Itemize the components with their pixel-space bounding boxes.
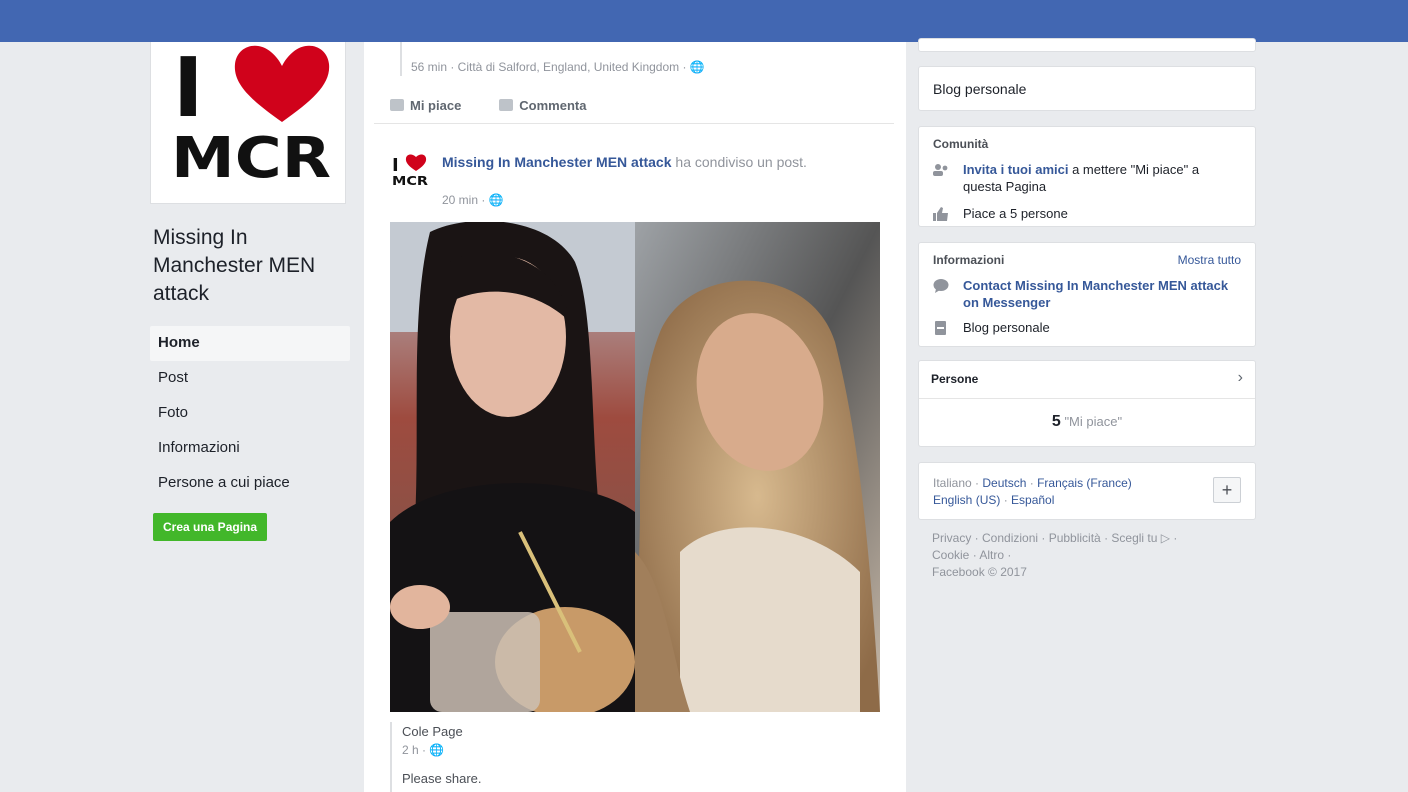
previous-post: 56 min · Città di Salford, England, Unit… (374, 42, 894, 124)
post-meta: 56 min · Città di Salford, England, Unit… (411, 60, 705, 74)
shared-post: Cole Page 2 h · 🌐 Please share. (390, 722, 880, 792)
community-title: Comunità (933, 137, 989, 151)
people-title: Persone (931, 372, 979, 386)
category-label: Blog personale (933, 81, 1027, 97)
category-card: Blog personale (918, 66, 1256, 111)
language-deutsch[interactable]: Deutsch (982, 476, 1026, 490)
messenger-row: Contact Missing In Manchester MEN attack… (933, 277, 1241, 311)
news-feed: 56 min · Città di Salford, England, Unit… (364, 42, 906, 792)
post-title: Missing In Manchester MEN attack ha cond… (442, 152, 822, 172)
post-header: I MCR Missing In Manchester MEN attack h… (364, 137, 906, 217)
messenger-icon (933, 279, 949, 293)
nav-item-home[interactable]: Home (150, 326, 350, 361)
chevron-right-icon: › (1237, 369, 1243, 386)
info-card: Informazioni Mostra tutto Contact Missin… (918, 242, 1256, 347)
nav-item-likes[interactable]: Persone a cui piace (150, 466, 350, 501)
thumbs-up-icon (390, 99, 404, 111)
shared-text: Please share. (402, 771, 482, 786)
comment-icon (499, 99, 514, 111)
svg-text:MCR: MCR (171, 126, 331, 191)
likes-count-text: Piace a 5 persone (963, 206, 1068, 221)
post-actions: Mi piace Commenta (390, 98, 586, 113)
likes-row: Piace a 5 persone (933, 205, 1241, 222)
footer-line-1[interactable]: Privacy · Condizioni · Pubblicità · Sceg… (932, 530, 1232, 547)
blog-label: Blog personale (963, 320, 1050, 335)
community-card: Comunità Invita i tuoi amici a mettere "… (918, 126, 1256, 227)
comment-button[interactable]: Commenta (499, 98, 586, 113)
people-likes: 5 "Mi piace" (1051, 413, 1123, 430)
post-photo[interactable] (390, 222, 880, 712)
feed-post: I MCR Missing In Manchester MEN attack h… (364, 137, 906, 792)
nav-item-about[interactable]: Informazioni (150, 431, 350, 466)
like-button[interactable]: Mi piace (390, 98, 461, 113)
heart-icon (234, 45, 330, 122)
svg-text:I: I (173, 42, 204, 136)
footer-copyright: Facebook © 2017 (932, 565, 1027, 579)
hand (390, 585, 450, 629)
language-espanol[interactable]: Español (1011, 493, 1054, 507)
invite-friends-link[interactable]: Invita i tuoi amici (963, 162, 1068, 177)
shared-border (400, 42, 402, 76)
top-card-edge (918, 38, 1256, 52)
footer-links: Privacy · Condizioni · Pubblicità · Sceg… (932, 530, 1232, 581)
tag-icon (933, 321, 949, 335)
language-francais[interactable]: Français (France) (1037, 476, 1132, 490)
left-column: I MCR Missing In Manchester MEN attack H… (150, 42, 350, 541)
language-english[interactable]: English (US) (933, 493, 1000, 507)
i-love-mcr-logo: I MCR (171, 42, 331, 191)
info-title: Informazioni (933, 253, 1005, 267)
contact-messenger-link[interactable]: Contact Missing In Manchester MEN attack… (963, 277, 1241, 311)
nav-item-photos[interactable]: Foto (150, 396, 350, 431)
people-header[interactable]: Persone › (919, 361, 1255, 399)
light-top (680, 527, 860, 712)
page-nav: Home Post Foto Informazioni Persone a cu… (150, 326, 350, 501)
shared-author[interactable]: Cole Page (402, 724, 880, 739)
thumbs-up-icon (933, 207, 949, 221)
page-title: Missing In Manchester MEN attack (153, 226, 316, 305)
facebook-top-bar (0, 0, 1408, 42)
nav-item-post[interactable]: Post (150, 361, 350, 396)
post-timestamp[interactable]: 20 min · 🌐 (442, 193, 504, 207)
blog-row: Blog personale (933, 319, 1241, 336)
invite-row: Invita i tuoi amici a mettere "Mi piace"… (933, 161, 1241, 195)
people-card: Persone › 5 "Mi piace" (918, 360, 1256, 447)
svg-text:I: I (392, 155, 399, 176)
create-page-button[interactable]: Crea una Pagina (153, 513, 268, 541)
invite-friends-icon (933, 163, 949, 177)
page-profile-picture[interactable]: I MCR (150, 42, 346, 204)
glass-bowl (430, 612, 540, 712)
add-language-button[interactable]: + (1213, 477, 1241, 503)
current-language: Italiano (933, 476, 972, 490)
footer-line-2[interactable]: Cookie · Altro · (932, 547, 1232, 564)
author-link[interactable]: Missing In Manchester MEN attack (442, 154, 672, 170)
page-avatar[interactable]: I MCR (390, 151, 432, 187)
language-card: Italiano · Deutsch · Français (France) E… (918, 462, 1256, 520)
post-verb: ha condiviso un post. (671, 154, 807, 170)
see-all-link[interactable]: Mostra tutto (1178, 253, 1241, 267)
svg-text:MCR: MCR (392, 174, 428, 187)
shared-timestamp[interactable]: 2 h · 🌐 (402, 743, 880, 757)
